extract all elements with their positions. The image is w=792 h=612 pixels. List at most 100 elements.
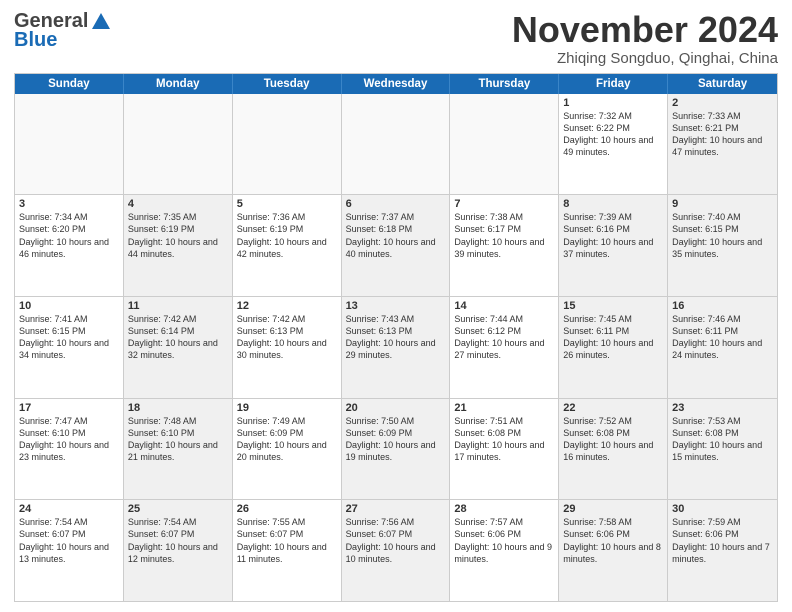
day-info-9: Sunrise: 7:40 AM Sunset: 6:15 PM Dayligh…	[672, 211, 773, 260]
day-cell-10: 10Sunrise: 7:41 AM Sunset: 6:15 PM Dayli…	[15, 297, 124, 398]
day-cell-14: 14Sunrise: 7:44 AM Sunset: 6:12 PM Dayli…	[450, 297, 559, 398]
day-number-20: 20	[346, 402, 446, 414]
day-number-2: 2	[672, 97, 773, 109]
day-info-15: Sunrise: 7:45 AM Sunset: 6:11 PM Dayligh…	[563, 313, 663, 362]
day-info-14: Sunrise: 7:44 AM Sunset: 6:12 PM Dayligh…	[454, 313, 554, 362]
day-number-7: 7	[454, 198, 554, 210]
day-info-2: Sunrise: 7:33 AM Sunset: 6:21 PM Dayligh…	[672, 110, 773, 159]
header-saturday: Saturday	[668, 74, 777, 94]
day-number-25: 25	[128, 503, 228, 515]
day-number-4: 4	[128, 198, 228, 210]
day-info-8: Sunrise: 7:39 AM Sunset: 6:16 PM Dayligh…	[563, 211, 663, 260]
day-info-16: Sunrise: 7:46 AM Sunset: 6:11 PM Dayligh…	[672, 313, 773, 362]
day-number-10: 10	[19, 300, 119, 312]
day-info-22: Sunrise: 7:52 AM Sunset: 6:08 PM Dayligh…	[563, 415, 663, 464]
day-cell-13: 13Sunrise: 7:43 AM Sunset: 6:13 PM Dayli…	[342, 297, 451, 398]
empty-cell-w1-d5	[450, 94, 559, 195]
day-info-30: Sunrise: 7:59 AM Sunset: 6:06 PM Dayligh…	[672, 516, 773, 565]
empty-cell-w1-d2	[124, 94, 233, 195]
empty-cell-w1-d4	[342, 94, 451, 195]
day-info-25: Sunrise: 7:54 AM Sunset: 6:07 PM Dayligh…	[128, 516, 228, 565]
day-number-16: 16	[672, 300, 773, 312]
day-number-1: 1	[563, 97, 663, 109]
day-cell-3: 3Sunrise: 7:34 AM Sunset: 6:20 PM Daylig…	[15, 195, 124, 296]
day-cell-29: 29Sunrise: 7:58 AM Sunset: 6:06 PM Dayli…	[559, 500, 668, 601]
header-friday: Friday	[559, 74, 668, 94]
header-sunday: Sunday	[15, 74, 124, 94]
day-number-13: 13	[346, 300, 446, 312]
header-monday: Monday	[124, 74, 233, 94]
day-number-14: 14	[454, 300, 554, 312]
day-cell-24: 24Sunrise: 7:54 AM Sunset: 6:07 PM Dayli…	[15, 500, 124, 601]
day-cell-17: 17Sunrise: 7:47 AM Sunset: 6:10 PM Dayli…	[15, 399, 124, 500]
day-info-18: Sunrise: 7:48 AM Sunset: 6:10 PM Dayligh…	[128, 415, 228, 464]
week-row-2: 3Sunrise: 7:34 AM Sunset: 6:20 PM Daylig…	[15, 194, 777, 296]
day-number-21: 21	[454, 402, 554, 414]
logo-icon	[90, 11, 112, 33]
page: General Blue November 2024 Zhiqing Songd…	[0, 0, 792, 612]
calendar-header: Sunday Monday Tuesday Wednesday Thursday…	[15, 74, 777, 94]
day-info-29: Sunrise: 7:58 AM Sunset: 6:06 PM Dayligh…	[563, 516, 663, 565]
day-number-5: 5	[237, 198, 337, 210]
day-number-27: 27	[346, 503, 446, 515]
day-info-21: Sunrise: 7:51 AM Sunset: 6:08 PM Dayligh…	[454, 415, 554, 464]
day-number-12: 12	[237, 300, 337, 312]
week-row-3: 10Sunrise: 7:41 AM Sunset: 6:15 PM Dayli…	[15, 296, 777, 398]
title-block: November 2024 Zhiqing Songduo, Qinghai, …	[512, 10, 778, 67]
day-cell-16: 16Sunrise: 7:46 AM Sunset: 6:11 PM Dayli…	[668, 297, 777, 398]
day-info-19: Sunrise: 7:49 AM Sunset: 6:09 PM Dayligh…	[237, 415, 337, 464]
logo: General Blue	[14, 10, 112, 52]
day-info-23: Sunrise: 7:53 AM Sunset: 6:08 PM Dayligh…	[672, 415, 773, 464]
calendar: Sunday Monday Tuesday Wednesday Thursday…	[14, 73, 778, 602]
day-info-11: Sunrise: 7:42 AM Sunset: 6:14 PM Dayligh…	[128, 313, 228, 362]
day-cell-23: 23Sunrise: 7:53 AM Sunset: 6:08 PM Dayli…	[668, 399, 777, 500]
day-info-27: Sunrise: 7:56 AM Sunset: 6:07 PM Dayligh…	[346, 516, 446, 565]
day-number-30: 30	[672, 503, 773, 515]
day-info-28: Sunrise: 7:57 AM Sunset: 6:06 PM Dayligh…	[454, 516, 554, 565]
day-number-22: 22	[563, 402, 663, 414]
day-info-6: Sunrise: 7:37 AM Sunset: 6:18 PM Dayligh…	[346, 211, 446, 260]
day-info-12: Sunrise: 7:42 AM Sunset: 6:13 PM Dayligh…	[237, 313, 337, 362]
empty-cell-w1-d3	[233, 94, 342, 195]
header-tuesday: Tuesday	[233, 74, 342, 94]
header-thursday: Thursday	[450, 74, 559, 94]
calendar-body: 1Sunrise: 7:32 AM Sunset: 6:22 PM Daylig…	[15, 94, 777, 601]
day-info-10: Sunrise: 7:41 AM Sunset: 6:15 PM Dayligh…	[19, 313, 119, 362]
day-cell-4: 4Sunrise: 7:35 AM Sunset: 6:19 PM Daylig…	[124, 195, 233, 296]
day-cell-7: 7Sunrise: 7:38 AM Sunset: 6:17 PM Daylig…	[450, 195, 559, 296]
day-cell-15: 15Sunrise: 7:45 AM Sunset: 6:11 PM Dayli…	[559, 297, 668, 398]
day-cell-12: 12Sunrise: 7:42 AM Sunset: 6:13 PM Dayli…	[233, 297, 342, 398]
day-cell-30: 30Sunrise: 7:59 AM Sunset: 6:06 PM Dayli…	[668, 500, 777, 601]
day-number-26: 26	[237, 503, 337, 515]
day-number-11: 11	[128, 300, 228, 312]
day-number-29: 29	[563, 503, 663, 515]
day-cell-11: 11Sunrise: 7:42 AM Sunset: 6:14 PM Dayli…	[124, 297, 233, 398]
day-cell-20: 20Sunrise: 7:50 AM Sunset: 6:09 PM Dayli…	[342, 399, 451, 500]
day-cell-22: 22Sunrise: 7:52 AM Sunset: 6:08 PM Dayli…	[559, 399, 668, 500]
day-info-7: Sunrise: 7:38 AM Sunset: 6:17 PM Dayligh…	[454, 211, 554, 260]
subtitle: Zhiqing Songduo, Qinghai, China	[512, 50, 778, 67]
day-cell-18: 18Sunrise: 7:48 AM Sunset: 6:10 PM Dayli…	[124, 399, 233, 500]
day-cell-27: 27Sunrise: 7:56 AM Sunset: 6:07 PM Dayli…	[342, 500, 451, 601]
empty-cell-w1-d1	[15, 94, 124, 195]
day-cell-28: 28Sunrise: 7:57 AM Sunset: 6:06 PM Dayli…	[450, 500, 559, 601]
day-cell-6: 6Sunrise: 7:37 AM Sunset: 6:18 PM Daylig…	[342, 195, 451, 296]
logo-blue: Blue	[14, 29, 57, 52]
day-info-24: Sunrise: 7:54 AM Sunset: 6:07 PM Dayligh…	[19, 516, 119, 565]
header-wednesday: Wednesday	[342, 74, 451, 94]
day-cell-19: 19Sunrise: 7:49 AM Sunset: 6:09 PM Dayli…	[233, 399, 342, 500]
day-number-17: 17	[19, 402, 119, 414]
day-cell-8: 8Sunrise: 7:39 AM Sunset: 6:16 PM Daylig…	[559, 195, 668, 296]
day-cell-1: 1Sunrise: 7:32 AM Sunset: 6:22 PM Daylig…	[559, 94, 668, 195]
day-cell-26: 26Sunrise: 7:55 AM Sunset: 6:07 PM Dayli…	[233, 500, 342, 601]
month-title: November 2024	[512, 10, 778, 50]
day-info-13: Sunrise: 7:43 AM Sunset: 6:13 PM Dayligh…	[346, 313, 446, 362]
day-number-23: 23	[672, 402, 773, 414]
week-row-4: 17Sunrise: 7:47 AM Sunset: 6:10 PM Dayli…	[15, 398, 777, 500]
day-number-9: 9	[672, 198, 773, 210]
day-info-26: Sunrise: 7:55 AM Sunset: 6:07 PM Dayligh…	[237, 516, 337, 565]
day-number-8: 8	[563, 198, 663, 210]
day-cell-2: 2Sunrise: 7:33 AM Sunset: 6:21 PM Daylig…	[668, 94, 777, 195]
day-cell-21: 21Sunrise: 7:51 AM Sunset: 6:08 PM Dayli…	[450, 399, 559, 500]
day-info-5: Sunrise: 7:36 AM Sunset: 6:19 PM Dayligh…	[237, 211, 337, 260]
